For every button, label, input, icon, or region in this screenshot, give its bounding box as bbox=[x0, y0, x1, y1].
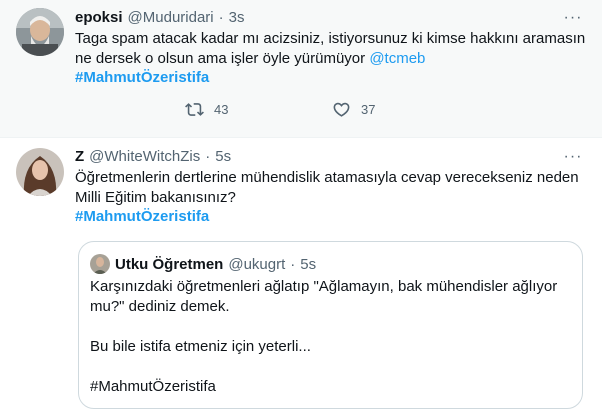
quote-text-line: Bu bile istifa etmeniz için yeterli... bbox=[90, 338, 311, 355]
quote-text-line: Karşınızdaki öğretmenleri ağlatıp "Ağlam… bbox=[90, 278, 558, 295]
timestamp[interactable]: 5s bbox=[215, 148, 231, 165]
avatar[interactable] bbox=[16, 8, 64, 56]
more-options-button[interactable]: ··· bbox=[563, 147, 583, 167]
user-handle: @ukugrt bbox=[228, 255, 286, 273]
like-button[interactable]: 37 bbox=[332, 100, 375, 119]
like-count: 37 bbox=[361, 102, 376, 117]
more-horizontal-icon: ··· bbox=[563, 148, 583, 165]
quote-hashtag: #MahmutÖzeristifa bbox=[90, 378, 216, 395]
timestamp: 5s bbox=[300, 255, 317, 273]
avatar[interactable] bbox=[16, 148, 64, 196]
tweet-text: Taga spam atacak kadar mı acizsiniz, ist… bbox=[75, 29, 585, 69]
user-handle[interactable]: @WhiteWitchZis bbox=[89, 148, 200, 165]
more-options-button[interactable]: ··· bbox=[563, 8, 583, 28]
avatar-image bbox=[90, 254, 110, 274]
separator-dot: · bbox=[205, 147, 211, 165]
tweet-epoksi[interactable]: epoksi @Muduridari · 3s ··· Taga spam at… bbox=[0, 0, 602, 121]
mention-link[interactable]: @tcmeb bbox=[369, 50, 425, 67]
display-name[interactable]: epoksi bbox=[75, 9, 123, 26]
avatar bbox=[90, 254, 110, 274]
retweet-icon bbox=[185, 103, 204, 116]
avatar-image bbox=[16, 8, 64, 56]
display-name[interactable]: Z bbox=[75, 148, 84, 165]
quoted-tweet[interactable]: Utku Öğretmen @ukugrt · 5s Karşınızdaki … bbox=[78, 241, 583, 409]
more-horizontal-icon: ··· bbox=[563, 9, 583, 26]
tweet-text-line: Taga spam atacak kadar mı acizsiniz, ist… bbox=[75, 30, 586, 47]
separator-dot: · bbox=[290, 255, 296, 273]
quoted-tweet-text: Karşınızdaki öğretmenleri ağlatıp "Ağlam… bbox=[90, 277, 570, 397]
quote-text-line: mu?" dediniz demek. bbox=[90, 298, 230, 315]
retweet-button[interactable]: 43 bbox=[185, 100, 228, 119]
tweet-text-line: ne dersek o olsun ama işler öyle yürümüy… bbox=[75, 50, 370, 67]
separator-dot: · bbox=[218, 8, 224, 26]
retweet-count: 43 bbox=[214, 102, 229, 117]
tweet-text: Öğretmenlerin dertlerine mühendislik ata… bbox=[75, 168, 585, 208]
tweet-text-line: Öğretmenlerin dertlerine mühendislik ata… bbox=[75, 169, 579, 186]
heart-icon bbox=[333, 102, 350, 117]
feed-gap bbox=[0, 121, 602, 138]
avatar-image bbox=[16, 148, 64, 196]
hashtag-link[interactable]: #MahmutÖzeristifa bbox=[75, 208, 209, 225]
hashtag-link[interactable]: #MahmutÖzeristifa bbox=[75, 69, 209, 86]
user-handle[interactable]: @Muduridari bbox=[128, 9, 214, 26]
timestamp[interactable]: 3s bbox=[229, 9, 245, 26]
display-name: Utku Öğretmen bbox=[115, 255, 224, 273]
tweet-text-line: Milli Eğitim bakanısınız? bbox=[75, 189, 236, 206]
